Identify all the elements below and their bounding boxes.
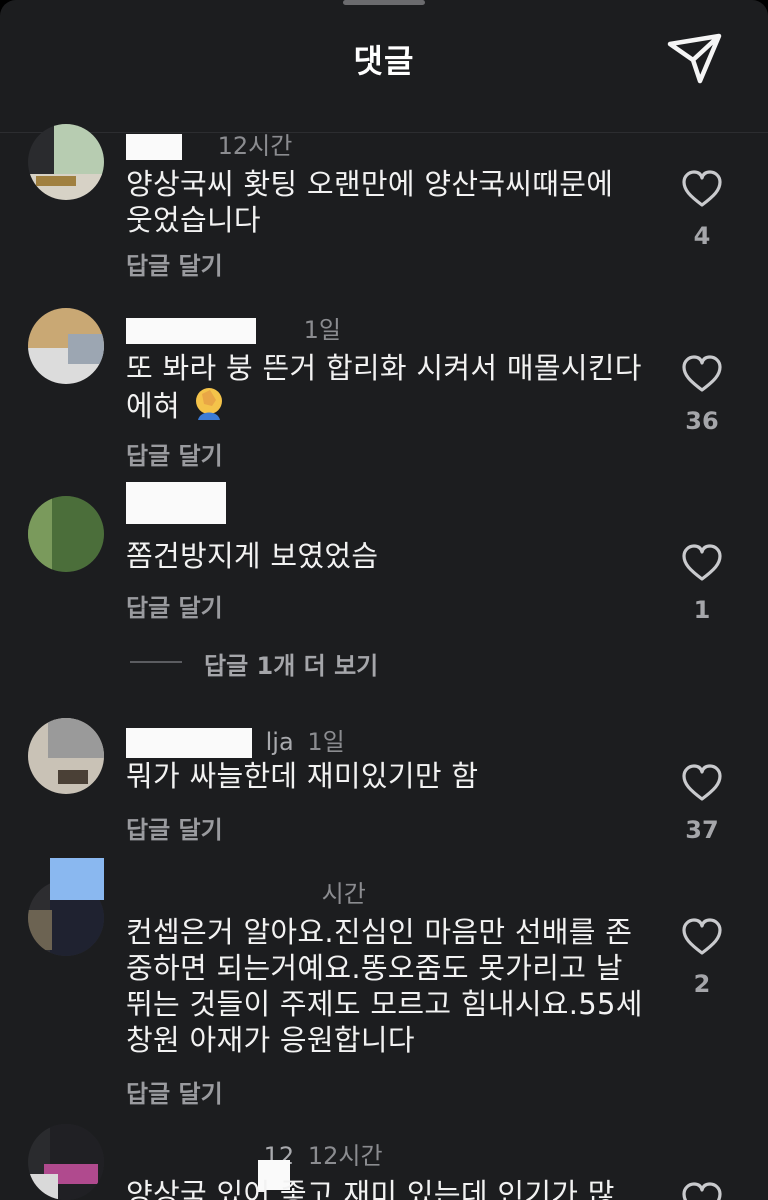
avatar-overlay [50, 858, 104, 900]
like-button[interactable]: 1 [676, 544, 728, 624]
comment-text: 컨셉은거 알아요.진심인 마음만 선배를 존중하면 되는거예요.똥오줌도 못가리… [126, 915, 643, 1057]
redacted-username [126, 728, 252, 758]
comment-time: 12시간 [307, 1142, 383, 1170]
comment-text: 쫌건방지게 보였었슴 [126, 539, 379, 573]
comment-meta [126, 482, 226, 524]
comment-text: 양상국 있어 좋고 재미 있는데 인기가 많 [126, 1177, 615, 1200]
comment-time: 12시간 [217, 132, 293, 160]
heart-icon [682, 170, 722, 207]
avatar[interactable] [28, 124, 104, 200]
comment-meta: 시간 [126, 874, 366, 910]
page-title: 댓글 [353, 42, 415, 80]
redacted-username [126, 134, 182, 160]
heart-icon [682, 544, 722, 581]
comment-text: 뭐가 싸늘한데 재미있기만 함 [126, 759, 479, 793]
avatar[interactable] [28, 308, 104, 384]
like-button[interactable]: 36 [676, 355, 728, 435]
redacted-username [126, 482, 226, 524]
like-button[interactable]: 37 [676, 764, 728, 844]
comment-text: 양상국씨 홧팅 오랜만에 양산국씨때문에 웃었습니다 [126, 167, 614, 237]
comment-time: 1일 [307, 728, 345, 756]
sheet-grabber[interactable] [343, 0, 425, 5]
like-count: 36 [685, 407, 719, 435]
header-divider [0, 132, 768, 133]
reply-button[interactable]: 답글 달기 [126, 246, 223, 281]
comment-time: 1일 [303, 316, 341, 344]
like-count: 1 [693, 596, 711, 624]
comments-sheet: 댓글 12시간 양상국씨 홧팅 오랜만에 양산국씨때문에 웃었습니다 답글 달기… [0, 0, 768, 1200]
facepalm-emoji-icon [190, 386, 228, 422]
comment-meta: 1일 [126, 310, 341, 345]
like-count: 37 [685, 816, 719, 844]
like-button[interactable]: 2 [676, 918, 728, 998]
reply-button[interactable]: 답글 달기 [126, 1074, 223, 1109]
heart-icon [682, 918, 722, 955]
like-count: 2 [693, 970, 711, 998]
reply-button[interactable]: 답글 달기 [126, 436, 223, 471]
avatar[interactable] [28, 718, 104, 794]
avatar[interactable] [28, 1124, 104, 1200]
send-icon[interactable] [664, 30, 726, 86]
like-count: 4 [693, 222, 711, 250]
like-button[interactable]: 4 [676, 170, 728, 250]
avatar[interactable] [28, 496, 104, 572]
heart-icon [682, 1182, 722, 1200]
redacted-username [126, 318, 256, 344]
heart-icon [682, 764, 722, 801]
view-more-replies-label: 답글 1개 더 보기 [204, 652, 379, 680]
comment-username[interactable]: lja [266, 728, 294, 756]
comment-text: 또 봐라 붕 뜬거 합리화 시켜서 매몰시킨다 에혀 [126, 350, 646, 424]
replies-divider-line [130, 661, 182, 663]
reply-button[interactable]: 답글 달기 [126, 588, 223, 623]
comment-meta: 12 12시간 [126, 1136, 383, 1172]
like-button[interactable] [676, 1182, 728, 1200]
heart-icon [682, 355, 722, 392]
comment-meta: lja 1일 [126, 722, 345, 758]
reply-button[interactable]: 답글 달기 [126, 810, 223, 845]
comment-meta: 12시간 [126, 126, 292, 161]
comment-time: 시간 [321, 880, 366, 908]
